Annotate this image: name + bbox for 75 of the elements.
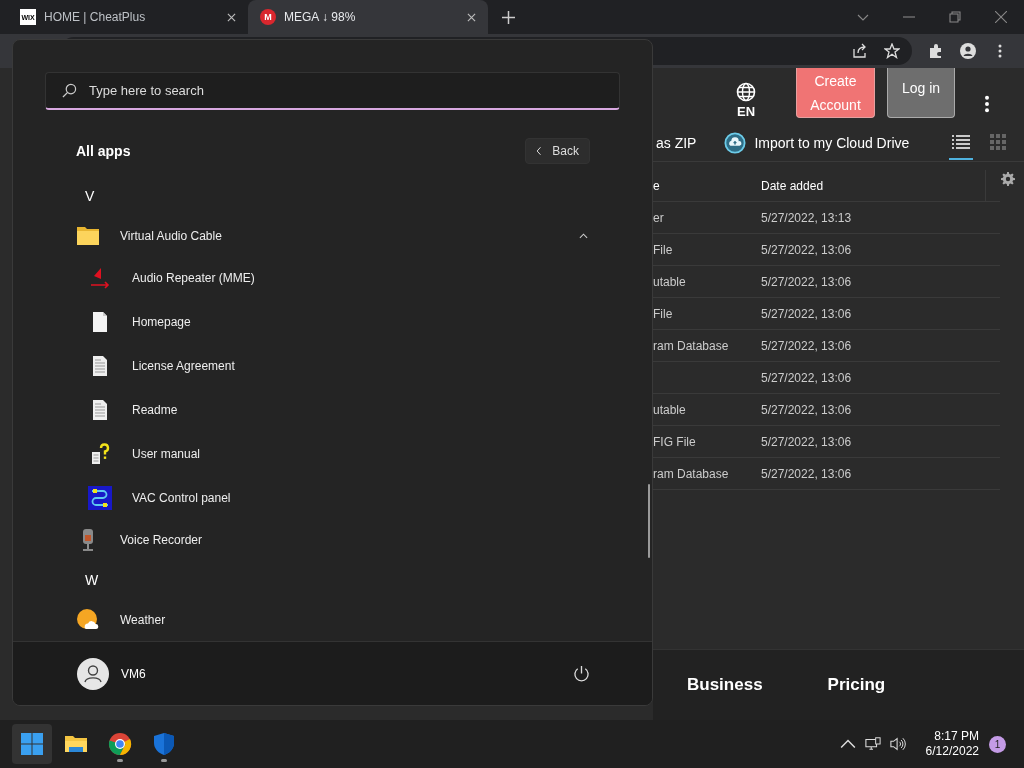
star-icon[interactable] [884, 43, 900, 59]
import-button[interactable]: Import to my Cloud Drive [724, 132, 910, 154]
section-letter[interactable]: V [85, 188, 95, 204]
table-cell: 5/27/2022, 13:06 [761, 242, 852, 257]
speaker-arrow-icon [88, 266, 112, 290]
table-cell: File [653, 242, 673, 257]
scrollbar-thumb[interactable] [648, 484, 650, 558]
close-icon[interactable] [467, 12, 476, 22]
app-item[interactable]: Weather [76, 600, 590, 640]
table-cell: 5/27/2022, 13:06 [761, 338, 852, 353]
login-button[interactable]: Log in [887, 68, 955, 118]
nav-link[interactable]: Pricing [827, 675, 886, 695]
close-icon[interactable] [995, 11, 1007, 23]
cable-icon [88, 486, 112, 510]
folder-item[interactable]: Virtual Audio Cable [76, 216, 590, 256]
all-apps-heading: All apps [76, 143, 131, 159]
table-cell: er [653, 210, 664, 225]
table-cell: utable [653, 402, 686, 417]
more-icon[interactable] [984, 95, 990, 113]
table-cell: 5/27/2022, 13:13 [761, 210, 852, 225]
table-cell: File [653, 306, 673, 321]
network-icon[interactable] [864, 736, 881, 752]
notification-badge[interactable]: 1 [989, 735, 1006, 753]
chevron-left-icon [536, 146, 543, 156]
windows-icon [20, 732, 44, 756]
download-zip-link[interactable]: as ZIP [656, 135, 697, 151]
table-cell: 5/27/2022, 13:06 [761, 274, 852, 289]
back-button[interactable]: Back [525, 138, 590, 164]
table-cell: 5/27/2022, 13:06 [761, 466, 852, 481]
app-item[interactable]: Homepage [76, 300, 590, 344]
browser-icon [108, 732, 132, 756]
share-icon[interactable] [852, 43, 868, 59]
shield-icon [152, 732, 176, 756]
avatar-icon [77, 657, 109, 690]
table-cell: 5/27/2022, 13:06 [761, 306, 852, 321]
nav-link[interactable]: Business [687, 675, 763, 695]
search-field[interactable]: Type here to search [45, 72, 620, 110]
grid-icon [989, 134, 1007, 150]
profile-icon[interactable] [960, 43, 976, 59]
column-header[interactable]: Date added [761, 178, 824, 193]
caret-icon[interactable] [579, 233, 588, 239]
app-item[interactable]: User manual [76, 432, 590, 476]
section-letter[interactable]: W [85, 572, 99, 588]
table-cell: ram Database [653, 338, 729, 353]
browser-tab[interactable]: M MEGA ↓ 98% [248, 0, 488, 34]
cloud-upload-icon [724, 132, 747, 154]
folder-icon [76, 224, 100, 248]
new-tab-icon[interactable] [502, 10, 515, 24]
settings-icon[interactable] [1001, 171, 1015, 186]
language-label[interactable]: EN [736, 104, 756, 119]
globe-icon[interactable] [736, 82, 756, 102]
search-icon [62, 83, 77, 98]
restore-icon[interactable] [949, 11, 961, 23]
sun-cloud-icon [76, 608, 100, 632]
table-cell: FIG File [653, 434, 696, 449]
app-item[interactable]: VAC Control panel [76, 476, 590, 520]
app-item[interactable]: Voice Recorder [76, 520, 590, 560]
column-header: e [653, 178, 661, 193]
list-icon [952, 134, 970, 150]
puzzle-icon[interactable] [928, 43, 944, 59]
start-button[interactable] [12, 724, 52, 764]
clock[interactable]: 8:17 PM 6/12/2022 [925, 729, 979, 759]
user-account[interactable]: VM6 [77, 657, 146, 690]
favicon-icon: M [260, 9, 276, 25]
table-cell: 5/27/2022, 13:06 [761, 402, 852, 417]
table-cell: ram Database [653, 466, 729, 481]
table-cell: 5/27/2022, 13:06 [761, 434, 852, 449]
app-item[interactable]: Audio Repeater (MME) [76, 256, 590, 300]
volume-icon[interactable] [889, 736, 906, 752]
app-item[interactable]: License Agreement [76, 344, 590, 388]
table-cell: utable [653, 274, 686, 289]
table-cell: 5/27/2022, 13:06 [761, 370, 852, 385]
close-icon[interactable] [227, 12, 236, 22]
app-item[interactable]: Readme [76, 388, 590, 432]
power-icon[interactable] [573, 665, 590, 682]
